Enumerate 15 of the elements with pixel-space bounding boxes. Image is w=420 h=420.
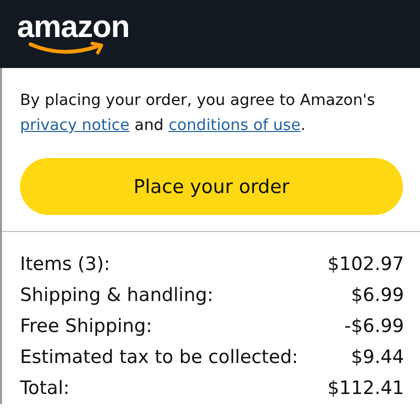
summary-amount: $9.44	[351, 346, 404, 370]
summary-amount: $102.97	[327, 253, 404, 277]
summary-amount: $6.99	[351, 284, 404, 308]
place-order-button[interactable]: Place your order	[20, 158, 403, 215]
summary-amount: $112.41	[327, 377, 404, 401]
summary-label: Shipping & handling:	[20, 284, 214, 308]
summary-amount: -$6.99	[344, 315, 404, 339]
summary-label: Free Shipping:	[20, 315, 152, 339]
agreement-text: By placing your order, you agree to Amazon's privacy notice and conditions of use.	[20, 90, 376, 136]
conditions-of-use-link[interactable]: conditions of use	[168, 116, 301, 134]
privacy-notice-link[interactable]: privacy notice	[20, 116, 130, 134]
summary-label: Total:	[20, 377, 70, 401]
amazon-logo[interactable]: amazon	[17, 9, 127, 59]
summary-label: Estimated tax to be collected:	[20, 346, 298, 370]
summary-label: Items (3):	[20, 253, 110, 277]
